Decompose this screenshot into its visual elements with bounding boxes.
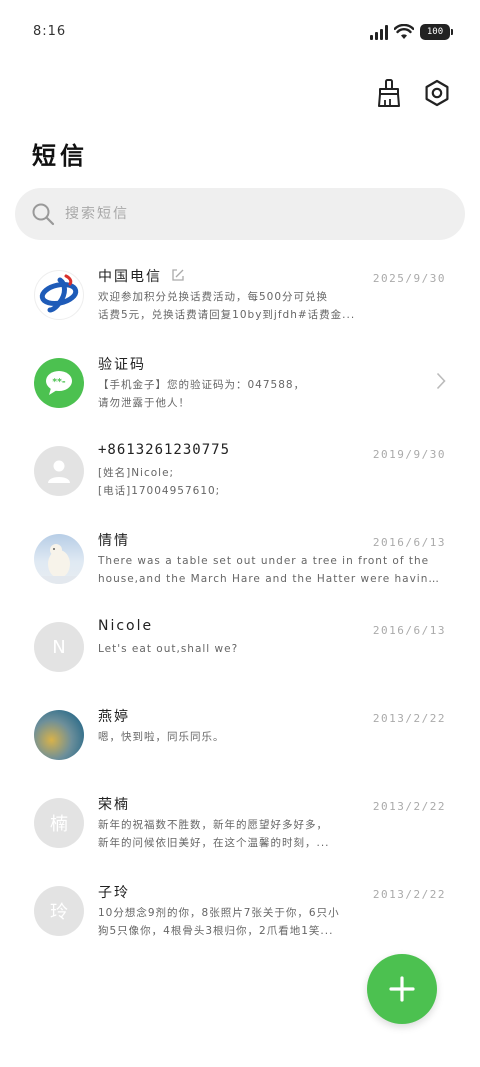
- conversation-date: 2013/2/22: [372, 712, 446, 725]
- contact-name: Nicole: [98, 618, 154, 634]
- search-bar[interactable]: [15, 188, 465, 240]
- conversation-date: 2019/9/30: [372, 448, 446, 461]
- landscape-photo: [34, 710, 84, 760]
- signal-icon: [370, 24, 388, 40]
- conversation-date: 2016/6/13: [372, 536, 446, 549]
- svg-text:**-: **-: [52, 378, 65, 388]
- conversation-item[interactable]: +8613261230775 2019/9/30 [姓名]Nicole; [电话…: [0, 428, 480, 516]
- conversation-item[interactable]: 楠 荣楠 2013/2/22 新年的祝福数不胜数，新年的愿望好多好多， 新年的问…: [0, 780, 480, 868]
- letter-avatar: 玲: [34, 886, 84, 936]
- top-actions: [374, 78, 452, 108]
- polar-bear-photo: [34, 534, 84, 584]
- message-preview: 欢迎参加积分兑换话费活动，每500分可兑换 话费5元，兑换话费请回复10by到j…: [98, 291, 356, 321]
- page-title: 短信: [32, 141, 88, 170]
- status-icons: 100: [370, 24, 453, 40]
- letter-avatar: N: [34, 622, 84, 672]
- message-preview: 10分想念9剂的你，8张照片7张关于你，6只小 狗5只像你，4根骨头3根归你，2…: [98, 907, 340, 937]
- broom-icon: [378, 79, 400, 107]
- contact-name: 验证码: [98, 357, 146, 373]
- conversation-date: 2013/2/22: [372, 800, 446, 813]
- china-telecom-logo: [34, 270, 84, 320]
- message-preview: [姓名]Nicole; [电话]17004957610;: [98, 467, 221, 497]
- message-preview: 新年的祝福数不胜数，新年的愿望好多好多， 新年的问候依旧美好，在这个温馨的时刻，…: [98, 819, 330, 849]
- wifi-icon: [394, 24, 414, 39]
- contact-name: 荣楠: [98, 797, 130, 813]
- status-bar: 8:16 100: [0, 0, 480, 64]
- conversation-item[interactable]: N Nicole 2016/6/13 Let's eat out,shall w…: [0, 604, 480, 692]
- conversation-date: 2013/2/22: [372, 888, 446, 901]
- status-time: 8:16: [33, 24, 67, 39]
- contact-name: 中国电信: [98, 266, 185, 286]
- contact-name: +8613261230775: [98, 442, 231, 458]
- conversation-item[interactable]: 燕婷 2013/2/22 嗯，快到啦，同乐同乐。: [0, 692, 480, 780]
- clean-broom-button[interactable]: [374, 78, 404, 108]
- contact-name: 燕婷: [98, 709, 130, 725]
- conversation-date: 2016/6/13: [372, 624, 446, 637]
- battery-icon: 100: [420, 24, 453, 40]
- person-avatar-icon: [34, 446, 84, 496]
- contact-name: 子玲: [98, 885, 130, 901]
- settings-button[interactable]: [422, 78, 452, 108]
- message-preview: 【手机金子】您的验证码为：047588， 请勿泄露于他人！: [98, 379, 306, 409]
- conversation-item[interactable]: 玲 子玲 2013/2/22 10分想念9剂的你，8张照片7张关于你，6只小 狗…: [0, 868, 480, 956]
- conversation-item[interactable]: **- 验证码 【手机金子】您的验证码为：047588， 请勿泄露于他人！: [0, 340, 480, 428]
- settings-hex-icon: [425, 79, 449, 107]
- message-preview: There was a table set out under a tree i…: [98, 555, 442, 585]
- message-preview: Let's eat out,shall we?: [98, 643, 239, 655]
- search-icon: [32, 203, 55, 226]
- message-bubble-icon: **-: [34, 358, 84, 408]
- edit-icon: [172, 269, 185, 281]
- conversation-item[interactable]: 情情 2016/6/13 There was a table set out u…: [0, 516, 480, 604]
- new-message-button[interactable]: [367, 954, 437, 1024]
- plus-icon: [389, 976, 415, 1002]
- search-input[interactable]: [65, 206, 445, 222]
- contact-name: 情情: [98, 533, 130, 549]
- message-preview: 嗯，快到啦，同乐同乐。: [98, 731, 225, 743]
- conversation-item[interactable]: 中国电信 2025/9/30 欢迎参加积分兑换话费活动，每500分可兑换 话费5…: [0, 252, 480, 340]
- chevron-right-icon: [436, 372, 446, 390]
- letter-avatar: 楠: [34, 798, 84, 848]
- conversation-date: 2025/9/30: [372, 272, 446, 285]
